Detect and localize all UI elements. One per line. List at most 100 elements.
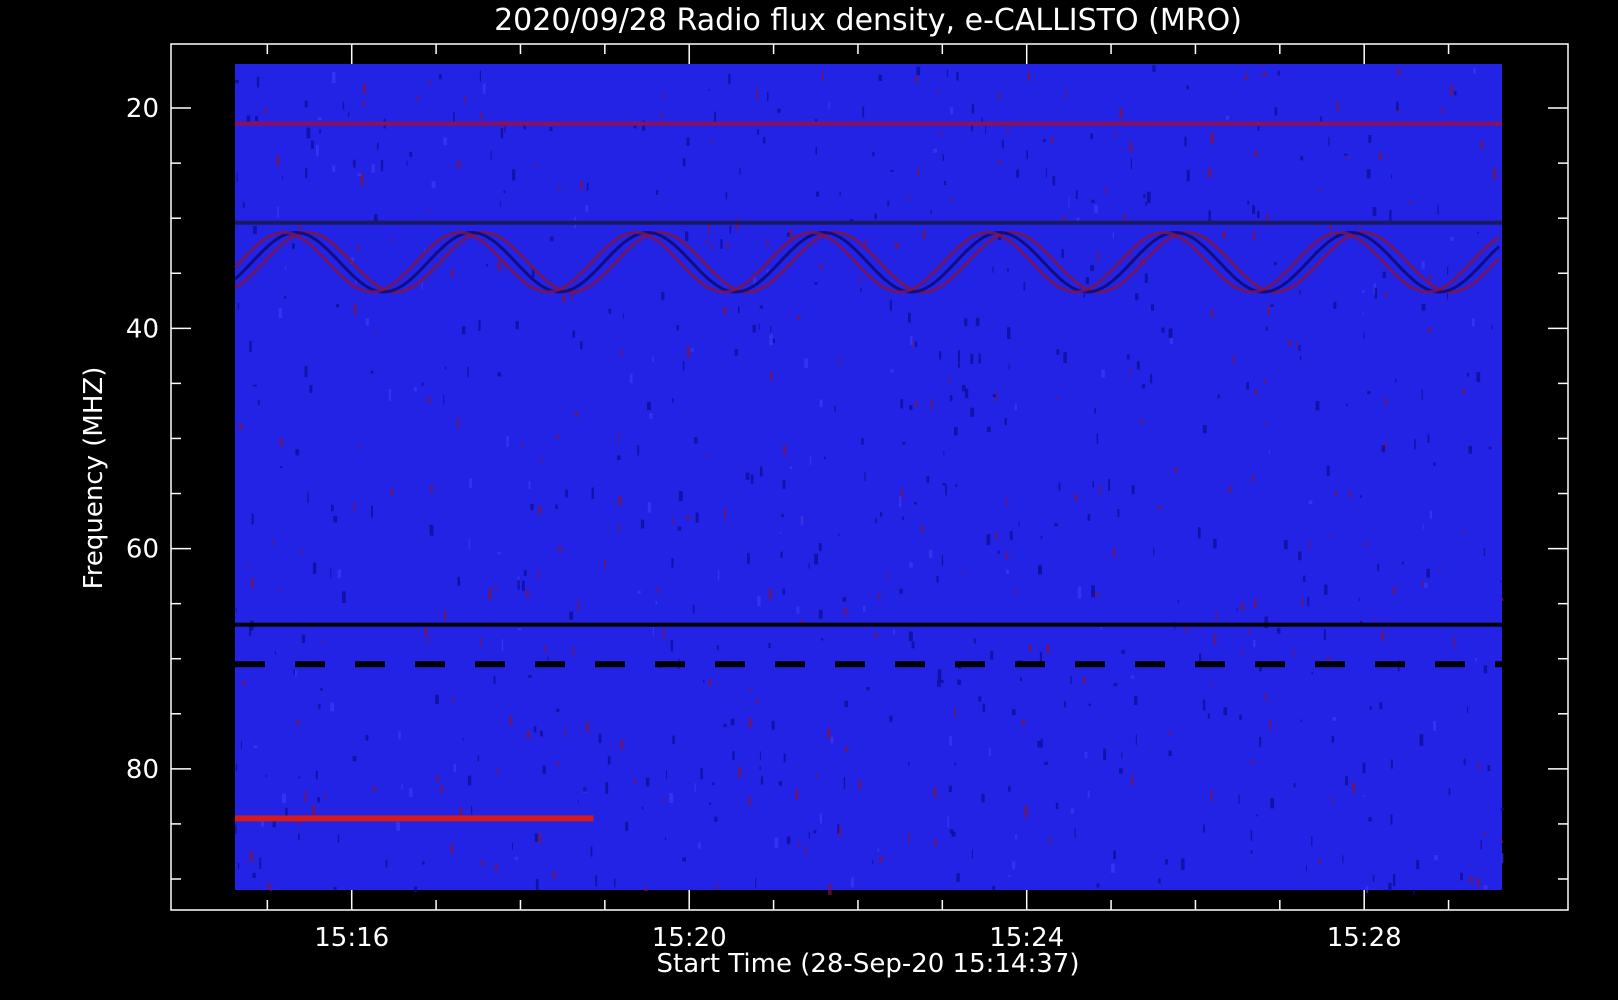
heatmap-speckle bbox=[1074, 494, 1078, 501]
heatmap-speckle bbox=[1043, 139, 1046, 143]
heatmap-speckle bbox=[711, 782, 715, 786]
heatmap-speckle bbox=[1199, 653, 1202, 662]
heatmap-speckle bbox=[1186, 85, 1189, 90]
heatmap-speckle bbox=[930, 399, 933, 410]
heatmap-speckle bbox=[682, 361, 685, 371]
heatmap-speckle bbox=[1305, 865, 1307, 872]
heatmap-speckle bbox=[440, 785, 444, 793]
heatmap-speckle bbox=[357, 173, 362, 176]
heatmap-speckle bbox=[1134, 695, 1138, 706]
dashed-dark-band bbox=[1195, 661, 1225, 668]
heatmap-speckle bbox=[385, 859, 388, 868]
heatmap-speckle bbox=[690, 348, 694, 352]
heatmap-speckle bbox=[330, 568, 332, 579]
heatmap-speckle bbox=[471, 806, 473, 815]
heatmap-speckle bbox=[808, 562, 810, 569]
heatmap-speckle bbox=[760, 776, 764, 785]
heatmap-speckle bbox=[497, 372, 501, 377]
heatmap-speckle bbox=[335, 303, 340, 308]
heatmap-speckle bbox=[337, 569, 342, 579]
heatmap-speckle bbox=[522, 580, 525, 591]
heatmap-speckle bbox=[509, 715, 513, 726]
heatmap-speckle bbox=[862, 106, 865, 118]
heatmap-speckle bbox=[269, 888, 273, 892]
heatmap-speckle bbox=[728, 74, 731, 85]
heatmap-speckle bbox=[396, 821, 400, 831]
heatmap-area bbox=[233, 64, 1525, 895]
heatmap-speckle bbox=[545, 644, 547, 653]
heatmap-speckle bbox=[1483, 885, 1488, 890]
heatmap-speckle bbox=[890, 369, 894, 373]
heatmap-speckle bbox=[462, 738, 464, 741]
heatmap-speckle bbox=[252, 225, 257, 235]
y-tick-label: 80 bbox=[126, 755, 159, 785]
heatmap-speckle bbox=[1146, 191, 1151, 204]
heatmap-speckle bbox=[478, 320, 481, 331]
heatmap-speckle bbox=[878, 593, 881, 600]
heatmap-speckle bbox=[1145, 202, 1147, 206]
heatmap-speckle bbox=[1056, 349, 1060, 355]
heatmap-speckle bbox=[813, 830, 817, 834]
heatmap-speckle bbox=[577, 800, 579, 803]
heatmap-speckle bbox=[714, 816, 718, 822]
heatmap-speckle bbox=[858, 279, 861, 283]
heatmap-speckle bbox=[1247, 630, 1251, 634]
heatmap-speckle bbox=[1077, 586, 1082, 599]
heatmap-speckle bbox=[614, 878, 616, 888]
heatmap-speckle bbox=[617, 496, 622, 506]
heatmap-speckle bbox=[401, 784, 403, 790]
heatmap-speckle bbox=[1447, 292, 1449, 300]
heatmap-speckle bbox=[957, 350, 960, 362]
heatmap-speckle bbox=[1044, 761, 1048, 765]
heatmap-speckle bbox=[357, 245, 361, 251]
heatmap-speckle bbox=[1101, 369, 1105, 378]
heatmap-speckle bbox=[1367, 391, 1371, 395]
heatmap-speckle bbox=[1274, 107, 1278, 116]
heatmap-speckle bbox=[997, 550, 1000, 555]
heatmap-speckle bbox=[582, 787, 587, 792]
heatmap-speckle bbox=[534, 833, 538, 842]
heatmap-speckle bbox=[264, 107, 267, 114]
heatmap-speckle bbox=[964, 318, 968, 327]
heatmap-speckle bbox=[1024, 805, 1028, 818]
heatmap-speckle bbox=[1136, 361, 1140, 370]
heatmap-speckle bbox=[692, 604, 695, 614]
heatmap-speckle bbox=[414, 886, 418, 893]
heatmap-speckle bbox=[760, 466, 763, 477]
heatmap-speckle bbox=[1308, 500, 1313, 505]
interference-band bbox=[235, 622, 1502, 627]
heatmap-speckle bbox=[708, 88, 710, 91]
heatmap-speckle bbox=[1467, 706, 1469, 714]
heatmap-speckle bbox=[1001, 139, 1004, 149]
heatmap-speckle bbox=[1131, 485, 1135, 495]
heatmap-speckle bbox=[1335, 491, 1338, 496]
heatmap-speckle bbox=[1362, 762, 1366, 774]
heatmap-speckle bbox=[1259, 736, 1262, 748]
heatmap-speckle bbox=[796, 606, 800, 614]
heatmap-speckle bbox=[819, 264, 823, 270]
heatmap-speckle bbox=[370, 370, 374, 374]
heatmap-speckle bbox=[902, 516, 904, 521]
heatmap-speckle bbox=[253, 745, 258, 749]
heatmap-speckle bbox=[450, 843, 453, 854]
heatmap-speckle bbox=[1324, 584, 1328, 595]
heatmap-speckle bbox=[240, 740, 242, 749]
heatmap-speckle bbox=[1284, 539, 1288, 550]
heatmap-speckle bbox=[1180, 858, 1185, 871]
heatmap-speckle bbox=[539, 456, 542, 463]
heatmap-speckle bbox=[708, 679, 712, 686]
heatmap-speckle bbox=[774, 837, 779, 849]
dashed-dark-band bbox=[1495, 661, 1525, 668]
heatmap-speckle bbox=[555, 504, 558, 509]
heatmap-speckle bbox=[695, 512, 699, 523]
heatmap-speckle bbox=[782, 480, 786, 489]
heatmap-speckle bbox=[997, 92, 1000, 101]
heatmap-speckle bbox=[1390, 759, 1393, 769]
heatmap-speckle bbox=[409, 788, 413, 798]
heatmap-speckle bbox=[933, 787, 937, 798]
heatmap-speckle bbox=[1254, 390, 1259, 395]
heatmap-speckle bbox=[1323, 629, 1326, 640]
heatmap-speckle bbox=[618, 523, 621, 534]
heatmap-speckle bbox=[1111, 863, 1115, 873]
heatmap-speckle bbox=[285, 807, 288, 816]
